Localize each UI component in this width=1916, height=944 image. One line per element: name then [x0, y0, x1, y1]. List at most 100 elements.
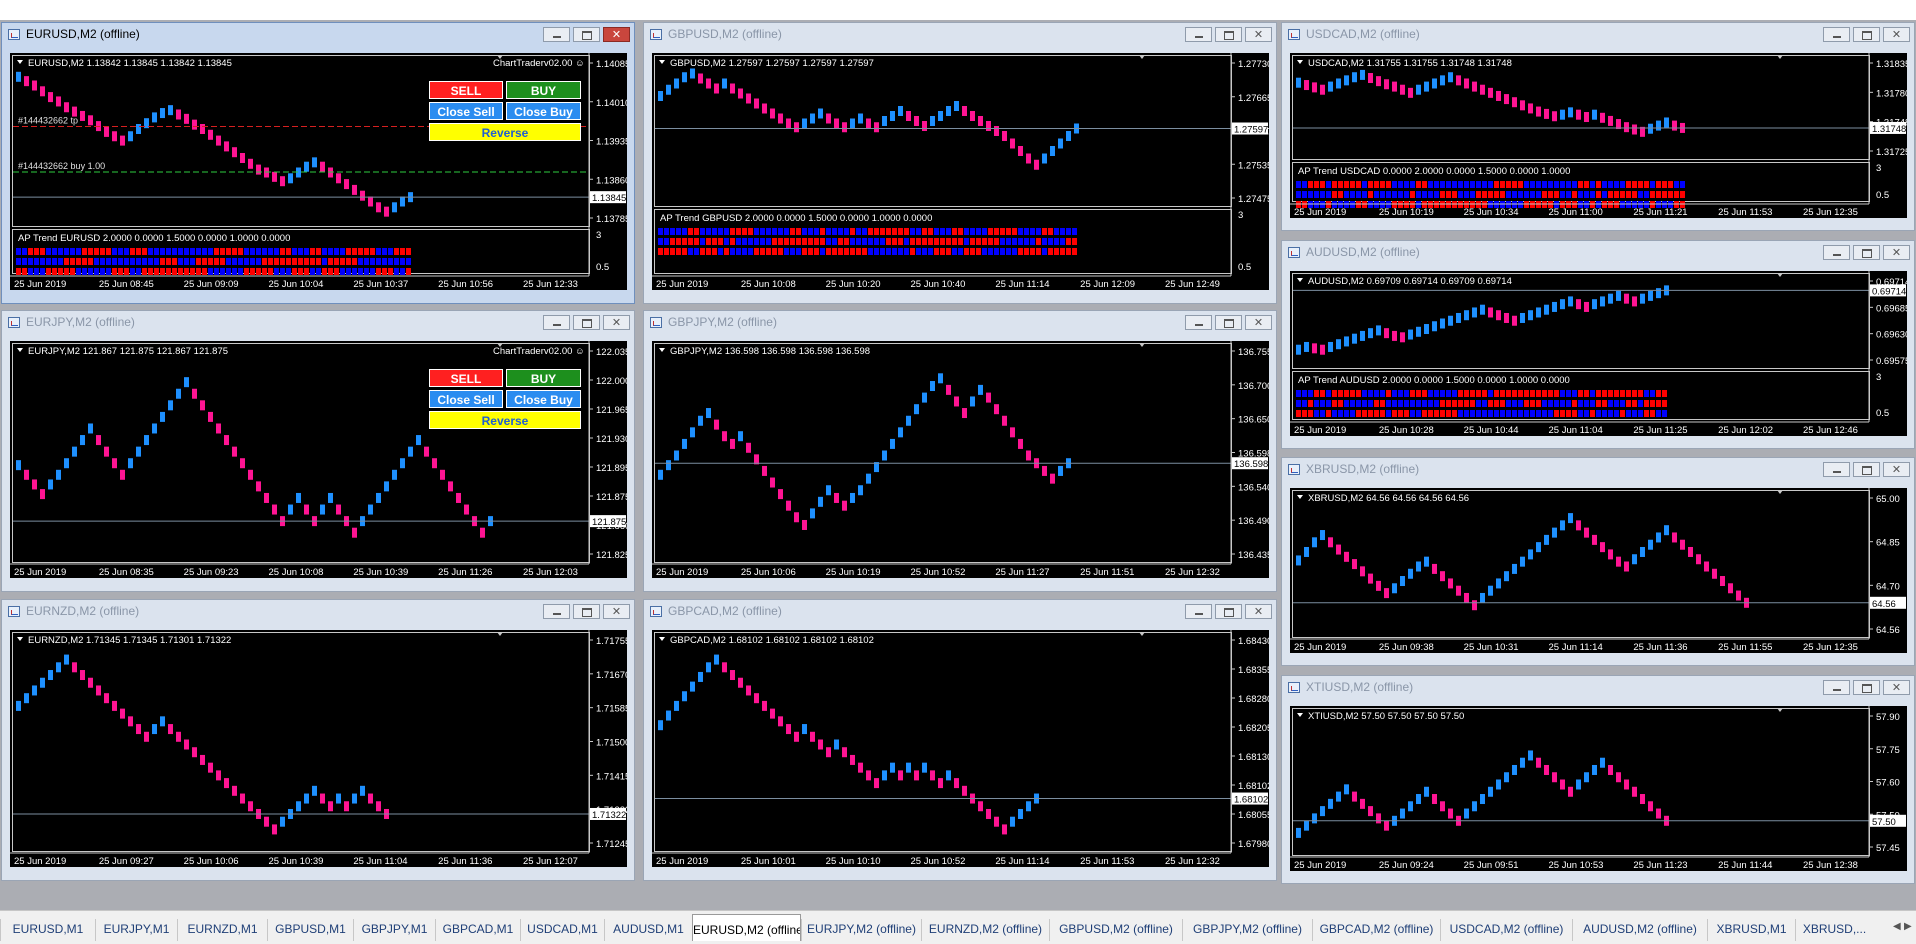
window-titlebar[interactable]: GBPCAD,M2 (offline) ✕	[644, 600, 1276, 624]
minimize-icon[interactable]	[1823, 27, 1850, 42]
chart-window-xbrusd[interactable]: XBRUSD,M2 (offline) ✕ XBRUSD,M2 64.56 64.5…	[1281, 457, 1915, 666]
minimize-icon[interactable]	[1185, 315, 1212, 330]
chart-window-gbpjpy[interactable]: GBPJPY,M2 (offline) ✕ GBPJPY,M2 136.598 13…	[643, 310, 1277, 592]
window-titlebar[interactable]: GBPUSD,M2 (offline) ✕	[644, 23, 1276, 47]
reverse-button[interactable]: Reverse	[429, 123, 581, 141]
candle	[1360, 566, 1365, 577]
maximize-icon[interactable]	[1215, 27, 1242, 42]
chart-tab[interactable]: GBPUSD,M2 (offline)	[1049, 919, 1182, 941]
chart-tab[interactable]: GBPCAD,M2 (offline)	[1312, 919, 1440, 941]
close-icon[interactable]: ✕	[1245, 604, 1272, 619]
chart-window-gbpusd[interactable]: GBPUSD,M2 (offline) ✕ GBPUSD,M2 1.27597 1.…	[643, 22, 1277, 304]
maximize-icon[interactable]	[1853, 27, 1880, 42]
close-icon[interactable]: ✕	[1883, 680, 1910, 695]
window-titlebar[interactable]: AUDUSD,M2 (offline) ✕	[1282, 241, 1914, 265]
chart-area[interactable]: GBPJPY,M2 136.598 136.598 136.598 136.59…	[652, 341, 1269, 578]
close-icon[interactable]: ✕	[1883, 27, 1910, 42]
chart-tab[interactable]: GBPJPY,M1	[353, 919, 435, 941]
chart-area[interactable]: XBRUSD,M2 64.56 64.56 64.56 64.56 65.00 64…	[1290, 488, 1907, 653]
chart-area[interactable]: USDCAD,M2 1.31755 1.31755 1.31748 1.3174…	[1290, 53, 1907, 218]
tab-scroll-left-icon[interactable]: ◀	[1893, 921, 1903, 937]
window-titlebar[interactable]: EURJPY,M2 (offline) ✕	[2, 311, 634, 335]
window-titlebar[interactable]: USDCAD,M2 (offline) ✕	[1282, 23, 1914, 47]
maximize-icon[interactable]	[1215, 315, 1242, 330]
chart-tab[interactable]: EURNZD,M2 (offline)	[921, 919, 1049, 941]
chart-window-audusd[interactable]: AUDUSD,M2 (offline) ✕ AUDUSD,M2 0.69709 0.…	[1281, 240, 1915, 449]
buy-button[interactable]: BUY	[506, 81, 581, 99]
chart-window-eurusd[interactable]: EURUSD,M2 (offline) ✕ #144432662 tp #144432…	[1, 22, 635, 304]
chart-tab[interactable]: AUDUSD,M1	[604, 919, 692, 941]
chart-tab[interactable]: EURNZD,M1	[177, 919, 267, 941]
candle	[834, 492, 839, 503]
chart-area[interactable]: AUDUSD,M2 0.69709 0.69714 0.69709 0.6971…	[1290, 271, 1907, 436]
candle	[344, 801, 349, 812]
minimize-icon[interactable]	[1823, 462, 1850, 477]
chart-window-xtiusd[interactable]: XTIUSD,M2 (offline) ✕ XTIUSD,M2 57.50 57.5…	[1281, 675, 1915, 884]
chart-tab[interactable]: USDCAD,M2 (offline)	[1440, 919, 1572, 941]
close-icon[interactable]: ✕	[603, 315, 630, 330]
candle	[1480, 592, 1485, 603]
chart-tab[interactable]: EURUSD,M1	[0, 919, 95, 941]
chart-tab[interactable]: GBPUSD,M1	[267, 919, 353, 941]
window-titlebar[interactable]: GBPJPY,M2 (offline) ✕	[644, 311, 1276, 335]
candle	[1304, 820, 1309, 831]
sell-button[interactable]: SELL	[429, 369, 503, 387]
window-titlebar[interactable]: XBRUSD,M2 (offline) ✕	[1282, 458, 1914, 482]
window-titlebar[interactable]: EURUSD,M2 (offline) ✕	[2, 23, 634, 47]
chart-tab[interactable]: XBRUSD,M1	[1707, 919, 1795, 941]
chart-area[interactable]: EURJPY,M2 121.867 121.875 121.867 121.87…	[10, 341, 627, 578]
candle	[722, 662, 727, 673]
chart-area[interactable]: EURNZD,M2 1.71345 1.71345 1.71301 1.7132…	[10, 630, 627, 867]
minimize-icon[interactable]	[543, 604, 570, 619]
close-buy-button[interactable]: Close Buy	[506, 390, 581, 408]
chart-window-usdcad[interactable]: USDCAD,M2 (offline) ✕ USDCAD,M2 1.31755 1.…	[1281, 22, 1915, 231]
close-icon[interactable]: ✕	[603, 604, 630, 619]
close-icon[interactable]: ✕	[1883, 462, 1910, 477]
chart-window-eurjpy[interactable]: EURJPY,M2 (offline) ✕ EURJPY,M2 121.867 12…	[1, 310, 635, 592]
candle	[1344, 551, 1349, 562]
window-titlebar[interactable]: XTIUSD,M2 (offline) ✕	[1282, 676, 1914, 700]
close-buy-button[interactable]: Close Buy	[506, 102, 581, 120]
minimize-icon[interactable]	[543, 315, 570, 330]
chart-tab[interactable]: GBPJPY,M2 (offline)	[1182, 919, 1312, 941]
chart-area[interactable]: GBPUSD,M2 1.27597 1.27597 1.27597 1.2759…	[652, 53, 1269, 290]
maximize-icon[interactable]	[1853, 680, 1880, 695]
close-sell-button[interactable]: Close Sell	[429, 390, 503, 408]
maximize-icon[interactable]	[1215, 604, 1242, 619]
close-icon[interactable]: ✕	[1883, 245, 1910, 260]
window-titlebar[interactable]: EURNZD,M2 (offline) ✕	[2, 600, 634, 624]
price-axis-label: 136.435	[1238, 550, 1269, 561]
close-icon[interactable]: ✕	[1245, 315, 1272, 330]
maximize-icon[interactable]	[1853, 245, 1880, 260]
chart-area[interactable]: XTIUSD,M2 57.50 57.50 57.50 57.50 57.90 57…	[1290, 706, 1907, 871]
maximize-icon[interactable]	[1853, 462, 1880, 477]
maximize-icon[interactable]	[573, 315, 600, 330]
minimize-icon[interactable]	[543, 27, 570, 42]
buy-button[interactable]: BUY	[506, 369, 581, 387]
reverse-button[interactable]: Reverse	[429, 411, 581, 429]
maximize-icon[interactable]	[573, 604, 600, 619]
candle	[1520, 100, 1525, 111]
chart-area[interactable]: GBPCAD,M2 1.68102 1.68102 1.68102 1.6810…	[652, 630, 1269, 867]
chart-tab[interactable]: XBRUSD,...	[1795, 919, 1873, 941]
chart-tab[interactable]: AUDUSD,M2 (offline)	[1572, 919, 1707, 941]
chart-tab[interactable]: EURJPY,M2 (offline)	[801, 919, 921, 941]
chart-area[interactable]: #144432662 tp #144432662 buy 1.00 EURUSD,M…	[10, 53, 627, 290]
minimize-icon[interactable]	[1823, 245, 1850, 260]
chart-window-eurnzd[interactable]: EURNZD,M2 (offline) ✕ EURNZD,M2 1.71345 1.…	[1, 599, 635, 881]
sell-button[interactable]: SELL	[429, 81, 503, 99]
minimize-icon[interactable]	[1185, 27, 1212, 42]
chart-tab[interactable]: GBPCAD,M1	[435, 919, 520, 941]
minimize-icon[interactable]	[1185, 604, 1212, 619]
close-icon[interactable]: ✕	[1245, 27, 1272, 42]
indicator-scale-label: 0.5	[596, 262, 609, 273]
minimize-icon[interactable]	[1823, 680, 1850, 695]
maximize-icon[interactable]	[573, 27, 600, 42]
close-icon[interactable]: ✕	[603, 27, 630, 42]
chart-window-gbpcad[interactable]: GBPCAD,M2 (offline) ✕ GBPCAD,M2 1.68102 1.…	[643, 599, 1277, 881]
chart-tab[interactable]: EURJPY,M1	[95, 919, 177, 941]
chart-tab[interactable]: USDCAD,M1	[520, 919, 604, 941]
tab-scroll-right-icon[interactable]: ▶	[1904, 921, 1914, 937]
close-sell-button[interactable]: Close Sell	[429, 102, 503, 120]
chart-tab[interactable]: EURUSD,M2 (offline)	[692, 914, 801, 941]
